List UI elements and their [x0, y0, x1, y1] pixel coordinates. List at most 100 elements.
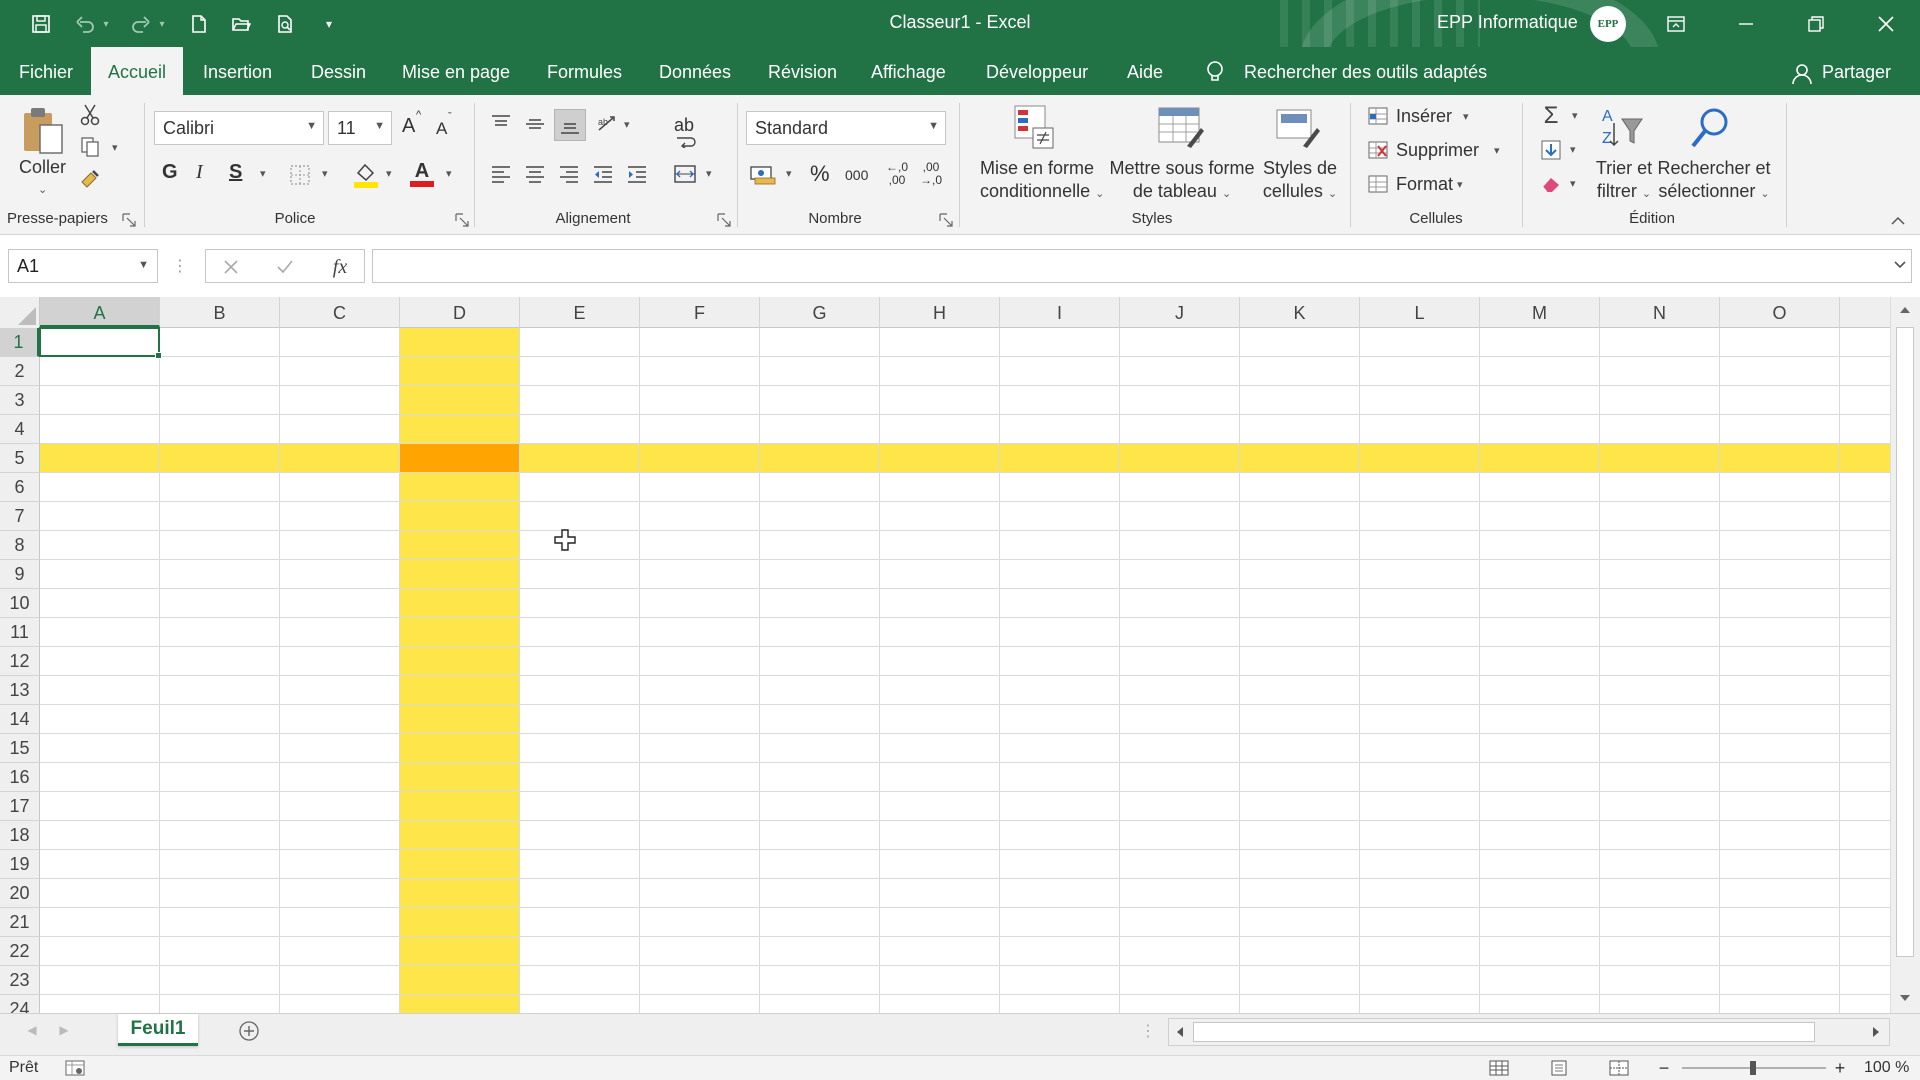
- highlighted-intersection-cell[interactable]: [400, 444, 520, 473]
- conditional-formatting-icon[interactable]: [1012, 103, 1058, 151]
- column-header-i[interactable]: I: [1000, 297, 1120, 328]
- fill-color-dropdown-icon[interactable]: ▾: [386, 167, 392, 180]
- zoom-level[interactable]: 100 %: [1864, 1059, 1909, 1077]
- grow-font-button[interactable]: A: [402, 115, 415, 138]
- name-box[interactable]: A1 ▼: [8, 249, 158, 283]
- row-header-3[interactable]: 3: [0, 386, 40, 415]
- eraser-icon[interactable]: [1538, 171, 1564, 197]
- row-header-15[interactable]: 15: [0, 734, 40, 763]
- account-name[interactable]: EPP Informatique: [1437, 12, 1578, 33]
- lightbulb-icon[interactable]: [1204, 60, 1226, 84]
- format-dropdown-icon[interactable]: ▾: [1457, 178, 1463, 191]
- merge-center-icon[interactable]: [672, 161, 698, 187]
- tab-accueil[interactable]: Accueil: [91, 47, 183, 95]
- font-size-combo[interactable]: 11 ▼: [328, 111, 392, 145]
- alignment-launcher-icon[interactable]: [717, 213, 731, 227]
- format-painter-icon[interactable]: [78, 167, 102, 191]
- active-cell[interactable]: [39, 327, 160, 357]
- avatar[interactable]: EPP: [1590, 6, 1626, 42]
- increase-indent-icon[interactable]: [624, 161, 650, 187]
- column-header-a[interactable]: A: [40, 297, 160, 328]
- restore-icon[interactable]: [1786, 0, 1846, 47]
- zoom-in-icon[interactable]: +: [1832, 1058, 1848, 1078]
- merge-dropdown-icon[interactable]: ▾: [706, 167, 712, 180]
- vertical-scrollbar[interactable]: [1890, 297, 1920, 1013]
- borders-dropdown-icon[interactable]: ▾: [322, 167, 328, 180]
- horizontal-scrollbar[interactable]: [1168, 1018, 1890, 1046]
- delete-cells-icon[interactable]: [1366, 139, 1390, 161]
- sheet-tab-feuil1[interactable]: Feuil1: [118, 1014, 198, 1046]
- column-header-m[interactable]: M: [1480, 297, 1600, 328]
- decrease-decimal-button[interactable]: ,00 →,0: [916, 159, 946, 189]
- row-header-16[interactable]: 16: [0, 763, 40, 792]
- column-header-k[interactable]: K: [1240, 297, 1360, 328]
- column-header-h[interactable]: H: [880, 297, 1000, 328]
- column-header-g[interactable]: G: [760, 297, 880, 328]
- row-header-12[interactable]: 12: [0, 647, 40, 676]
- cell-styles-icon[interactable]: [1274, 105, 1322, 151]
- scroll-down-icon[interactable]: [1897, 991, 1913, 1005]
- row-header-24[interactable]: 24: [0, 995, 40, 1013]
- sort-filter-label[interactable]: Trier et filtrer ⌄: [1592, 157, 1656, 206]
- row-header-10[interactable]: 10: [0, 589, 40, 618]
- format-cells-icon[interactable]: [1366, 173, 1390, 195]
- worksheet-grid[interactable]: ABCDEFGHIJKLMNO 1 2 3 4 5 6 7 8 9 10 11 12 13 14 15 16 1…: [0, 297, 1920, 1013]
- magnifier-icon[interactable]: [1688, 105, 1732, 151]
- font-name-combo[interactable]: Calibri ▼: [154, 111, 324, 145]
- cell-styles-label[interactable]: Styles de cellules ⌄: [1260, 157, 1340, 206]
- row-header-1[interactable]: 1: [0, 328, 40, 357]
- normal-view-icon[interactable]: [1488, 1059, 1510, 1077]
- vertical-scroll-thumb[interactable]: [1896, 327, 1914, 957]
- tab-formules[interactable]: Formules: [543, 47, 626, 95]
- increase-decimal-button[interactable]: ←,0 ,00: [882, 159, 912, 189]
- insert-function-button[interactable]: fx: [326, 254, 354, 280]
- row-header-8[interactable]: 8: [0, 531, 40, 560]
- select-all-corner[interactable]: [0, 297, 40, 328]
- font-color-dropdown-icon[interactable]: ▾: [446, 167, 452, 180]
- orientation-icon[interactable]: ab: [594, 111, 620, 137]
- autosum-icon[interactable]: Σ: [1538, 102, 1564, 129]
- row-header-9[interactable]: 9: [0, 560, 40, 589]
- row-header-11[interactable]: 11: [0, 618, 40, 647]
- currency-icon[interactable]: [748, 161, 778, 187]
- check-icon[interactable]: [274, 256, 296, 278]
- paste-icon[interactable]: [18, 105, 68, 155]
- copy-dropdown-icon[interactable]: ▾: [112, 141, 118, 154]
- clipboard-launcher-icon[interactable]: [122, 213, 136, 227]
- autosum-dropdown-icon[interactable]: ▾: [1572, 109, 1578, 122]
- column-header-l[interactable]: L: [1360, 297, 1480, 328]
- tab-dessin[interactable]: Dessin: [307, 47, 370, 95]
- number-launcher-icon[interactable]: [939, 213, 953, 227]
- person-icon[interactable]: [1791, 63, 1813, 85]
- sort-filter-icon[interactable]: AZ: [1600, 103, 1644, 149]
- tell-me-search[interactable]: Rechercher des outils adaptés: [1240, 47, 1491, 95]
- bold-button[interactable]: G: [162, 161, 178, 184]
- row-header-20[interactable]: 20: [0, 879, 40, 908]
- scroll-up-icon[interactable]: [1897, 303, 1913, 317]
- row-header-23[interactable]: 23: [0, 966, 40, 995]
- ribbon-display-options-icon[interactable]: [1646, 0, 1706, 47]
- expand-formula-bar-icon[interactable]: [1892, 257, 1908, 273]
- row-header-5[interactable]: 5: [0, 444, 40, 473]
- row-header-14[interactable]: 14: [0, 705, 40, 734]
- paste-label[interactable]: Coller: [19, 157, 66, 178]
- orientation-dropdown-icon[interactable]: ▾: [624, 118, 630, 131]
- tab-insertion[interactable]: Insertion: [199, 47, 276, 95]
- font-launcher-icon[interactable]: [455, 213, 469, 227]
- align-left-icon[interactable]: [488, 161, 514, 187]
- row-header-6[interactable]: 6: [0, 473, 40, 502]
- format-cells-button[interactable]: Format: [1396, 174, 1453, 195]
- column-header-f[interactable]: F: [640, 297, 760, 328]
- more-options-icon[interactable]: ⋮: [172, 253, 188, 279]
- tab-revision[interactable]: Révision: [764, 47, 841, 95]
- italic-button[interactable]: I: [196, 161, 203, 184]
- collapse-ribbon-icon[interactable]: [1888, 213, 1908, 229]
- column-header-o[interactable]: O: [1720, 297, 1840, 328]
- row-header-17[interactable]: 17: [0, 792, 40, 821]
- add-sheet-icon[interactable]: [236, 1018, 262, 1044]
- fill-handle[interactable]: [155, 352, 162, 359]
- insert-cells-icon[interactable]: [1366, 105, 1390, 127]
- tab-aide[interactable]: Aide: [1123, 47, 1167, 95]
- page-break-view-icon[interactable]: [1608, 1059, 1630, 1077]
- underline-button[interactable]: S: [229, 161, 242, 184]
